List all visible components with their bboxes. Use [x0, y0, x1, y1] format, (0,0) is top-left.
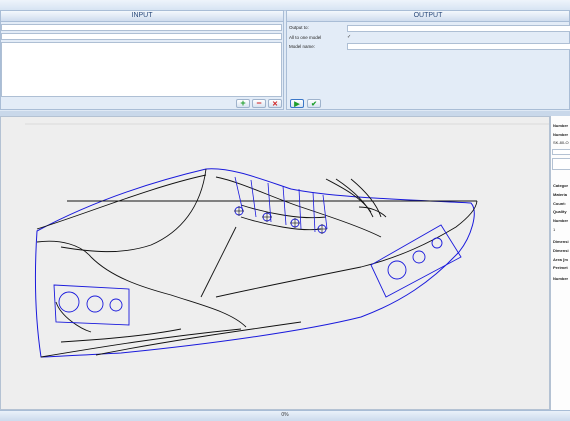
output-to-field[interactable]	[347, 25, 570, 32]
preview-field[interactable]	[552, 158, 570, 170]
number-label-2: Number	[553, 132, 569, 137]
drawing-canvas[interactable]	[0, 116, 550, 410]
number-label-3: Number	[553, 218, 569, 223]
delete-button[interactable]: ✕	[268, 99, 282, 108]
number-value[interactable]: 1	[553, 227, 555, 232]
model-name-label: Model name:	[289, 44, 316, 49]
input-files-list[interactable]	[1, 42, 282, 97]
check-icon: ✔	[311, 101, 317, 108]
input-field-1[interactable]	[1, 24, 282, 31]
category-label: Categor	[553, 183, 569, 188]
run-button[interactable]: ▶	[290, 99, 304, 108]
dimension-label-2: Dimensi	[553, 248, 569, 253]
model-name-field[interactable]	[347, 43, 570, 50]
all-to-one-model-checkbox[interactable]: ✓	[347, 34, 351, 40]
plus-icon: +	[240, 98, 246, 108]
number-label-4: Number	[553, 276, 569, 281]
number-label-1: Number	[553, 123, 569, 128]
remove-button[interactable]: −	[252, 99, 266, 108]
add-button[interactable]: +	[236, 99, 250, 108]
area-label: Area [m	[553, 257, 568, 262]
all-to-one-model-label: All to one model	[289, 35, 322, 40]
count-label: Count:	[553, 201, 566, 206]
play-icon: ▶	[294, 101, 300, 108]
perimeter-label: Perimet	[553, 265, 568, 270]
dimension-label-1: Dimensi	[553, 239, 569, 244]
output-to-label: Output to:	[289, 25, 309, 30]
input-panel-title: INPUT	[1, 11, 283, 22]
properties-panel: Number Number SK-80-O Categor Materia Co…	[550, 116, 570, 410]
shoe-pattern-drawing	[25, 123, 549, 358]
model-code-value: SK-80-O	[553, 140, 569, 145]
input-panel: INPUT + − ✕	[0, 10, 284, 110]
material-label: Materia	[553, 192, 568, 197]
confirm-button[interactable]: ✔	[307, 99, 321, 108]
input-field-2[interactable]	[1, 33, 282, 40]
minus-icon: −	[256, 98, 262, 108]
quality-label: Quality	[553, 209, 567, 214]
model-code-field[interactable]	[552, 149, 570, 155]
status-bar: 0%	[0, 410, 570, 421]
output-panel-title: OUTPUT	[287, 11, 569, 22]
progress-text: 0%	[281, 412, 289, 418]
output-panel: OUTPUT Output to: All to one model ✓ Mod…	[286, 10, 570, 110]
x-icon: ✕	[272, 101, 278, 108]
